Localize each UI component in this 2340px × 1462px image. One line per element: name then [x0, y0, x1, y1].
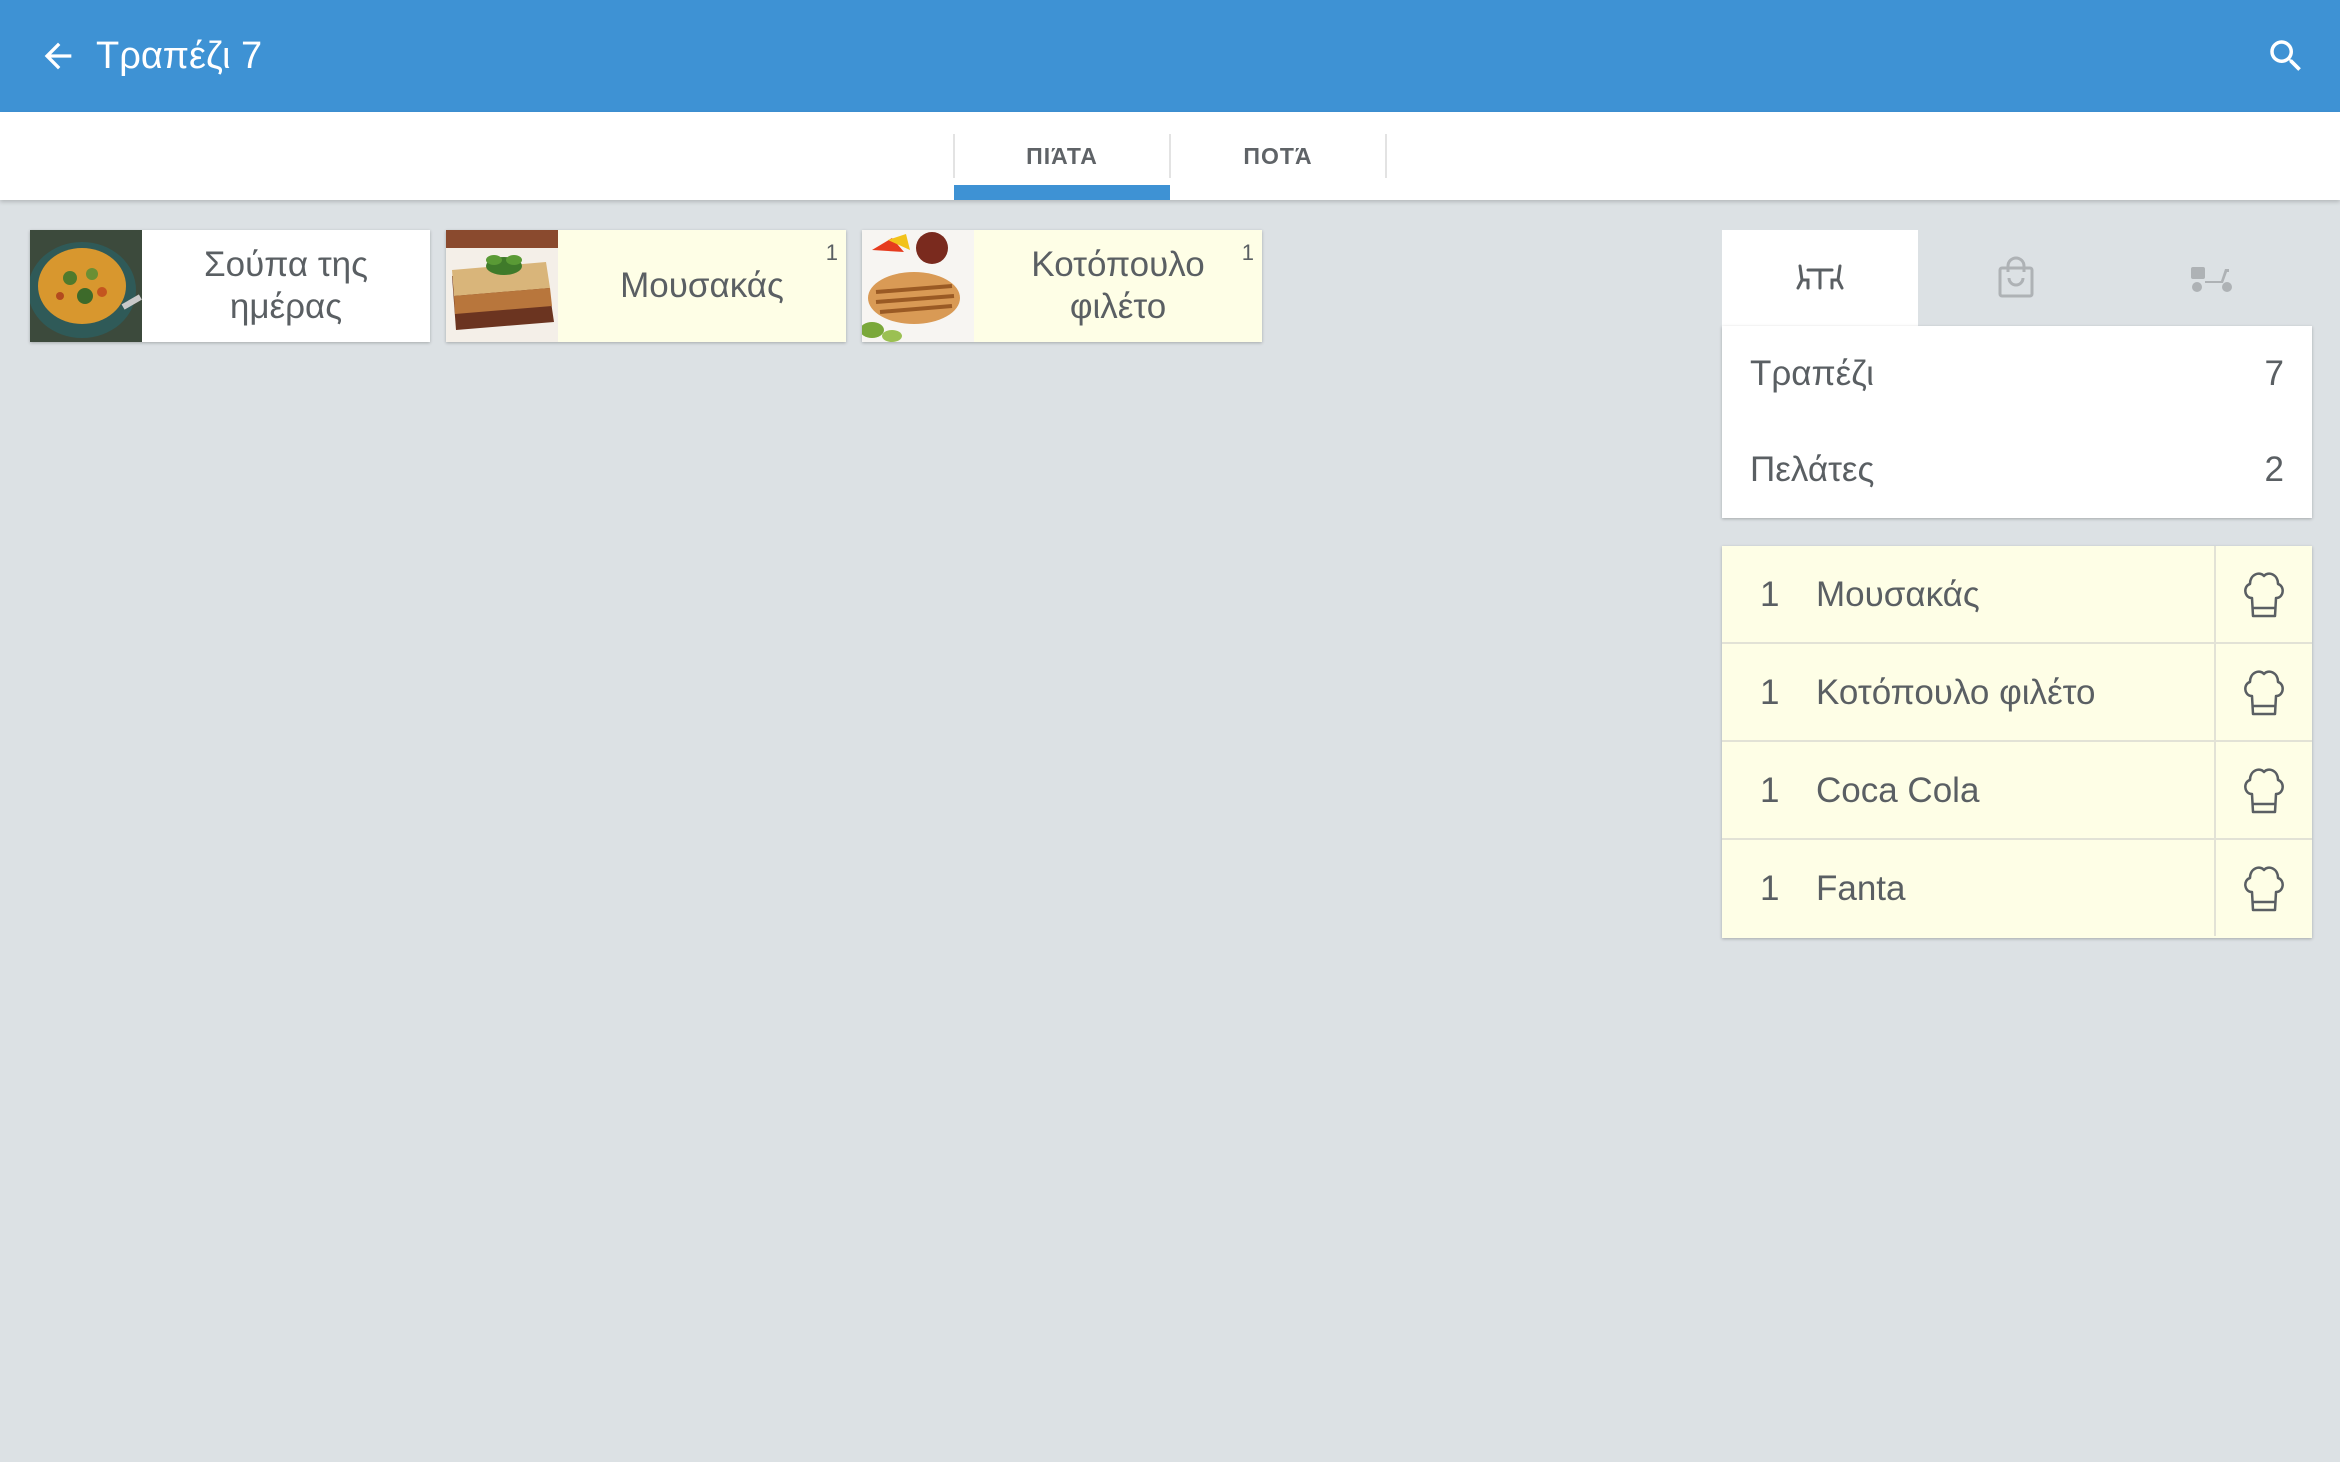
order-item[interactable]: 1 Μουσακάς — [1722, 546, 2312, 644]
product-count-badge: 1 — [1241, 240, 1254, 265]
product-name: Κοτόπουλο φιλέτο — [1031, 245, 1205, 326]
product-name: Σούπα της ημέρας — [203, 245, 368, 326]
chef-hat-icon — [2244, 670, 2284, 716]
product-count-badge: 1 — [825, 240, 838, 265]
app-bar: Τραπέζι 7 — [0, 0, 2340, 112]
dine-in-table-icon — [1796, 264, 1844, 290]
product-tile-soup[interactable]: Σούπα της ημέρας — [30, 230, 430, 342]
chicken-fillet-image — [862, 230, 974, 342]
send-to-kitchen-button[interactable] — [2214, 840, 2312, 936]
back-button[interactable] — [30, 28, 86, 84]
soup-image — [30, 230, 142, 342]
arrow-left-icon — [44, 42, 72, 70]
product-tile-moussaka[interactable]: Μουσακάς 1 — [446, 230, 846, 342]
order-item-quantity: 1 — [1760, 869, 1780, 908]
moussaka-image — [446, 230, 558, 342]
customers-row[interactable]: Πελάτες 2 — [1750, 440, 2284, 500]
search-icon — [2270, 40, 2301, 71]
order-items-list: 1 Μουσακάς 1 Κοτόπουλο φιλέτο 1 Coca Col… — [1722, 546, 2312, 938]
dine-in-tab[interactable] — [1722, 230, 1918, 326]
table-value: 7 — [2264, 354, 2284, 393]
order-item-name: Μουσακάς — [1816, 575, 1980, 614]
order-item[interactable]: 1 Κοτόπουλο φιλέτο — [1722, 644, 2312, 742]
tab-dishes[interactable]: ΠΙΆΤΑ — [954, 112, 1170, 200]
customers-value: 2 — [2264, 450, 2284, 489]
order-item-name: Fanta — [1816, 869, 1906, 908]
order-item-name: Coca Cola — [1816, 771, 1980, 810]
order-item[interactable]: 1 Coca Cola — [1722, 742, 2312, 840]
order-type-tabs — [1722, 230, 2312, 326]
category-tab-bar: ΠΙΆΤΑ ΠΟΤΆ — [0, 112, 2340, 200]
chef-hat-icon — [2244, 768, 2284, 814]
search-button[interactable] — [2258, 28, 2314, 84]
send-to-kitchen-button[interactable] — [2214, 742, 2312, 838]
tab-divider — [1385, 134, 1387, 178]
send-to-kitchen-button[interactable] — [2214, 644, 2312, 740]
customers-label: Πελάτες — [1750, 450, 1875, 489]
product-name: Μουσακάς — [620, 266, 784, 305]
order-item[interactable]: 1 Fanta — [1722, 840, 2312, 938]
tab-drinks[interactable]: ΠΟΤΆ — [1170, 112, 1386, 200]
order-item-quantity: 1 — [1760, 673, 1780, 712]
table-info-card: Τραπέζι 7 Πελάτες 2 — [1722, 326, 2312, 518]
order-item-quantity: 1 — [1760, 771, 1780, 810]
page-title: Τραπέζι 7 — [96, 35, 263, 77]
table-row[interactable]: Τραπέζι 7 — [1750, 344, 2284, 404]
order-item-name: Κοτόπουλο φιλέτο — [1816, 673, 2096, 712]
order-item-quantity: 1 — [1760, 575, 1780, 614]
takeaway-tab[interactable] — [1918, 230, 2114, 326]
chef-hat-icon — [2244, 572, 2284, 618]
takeaway-bag-icon — [1998, 256, 2034, 298]
product-tile-chicken-fillet[interactable]: Κοτόπουλο φιλέτο 1 — [862, 230, 1262, 342]
delivery-scooter-icon — [2191, 267, 2232, 292]
table-label: Τραπέζι — [1750, 354, 1874, 393]
delivery-tab[interactable] — [2114, 230, 2310, 326]
chef-hat-icon — [2244, 866, 2284, 912]
send-to-kitchen-button[interactable] — [2214, 546, 2312, 642]
